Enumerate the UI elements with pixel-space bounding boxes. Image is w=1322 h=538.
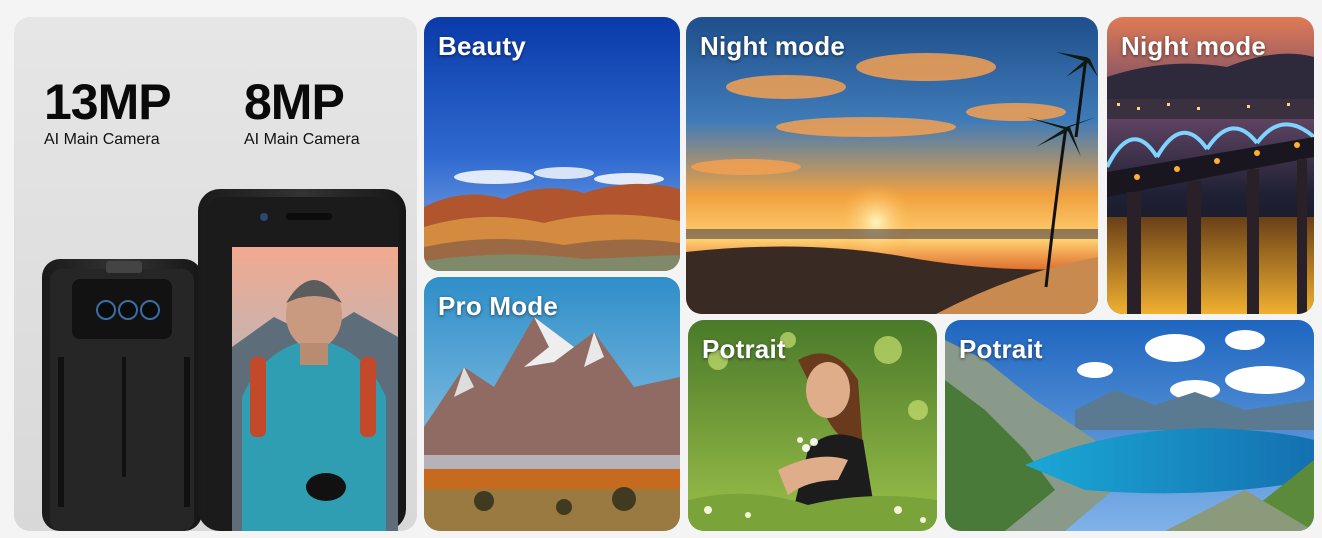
tile-portrait-woman-label: Potrait xyxy=(702,334,786,364)
phone-illustration xyxy=(42,189,406,531)
tile-portrait-lake-label: Potrait xyxy=(959,334,1043,364)
tile-night-mode-beach: Night mode xyxy=(686,17,1098,314)
camera-modes-banner: 13MP AI Main Camera 8MP AI Main Camera B… xyxy=(0,0,1322,538)
phone-front xyxy=(198,189,406,531)
tile-portrait-woman: Potrait xyxy=(688,320,937,531)
tile-pro-mode-label: Pro Mode xyxy=(438,291,559,321)
tile-portrait-lake: Potrait xyxy=(945,320,1314,531)
tile-pro-mode: Pro Mode xyxy=(424,277,680,531)
tile-night-mode-bridge-label: Night mode xyxy=(1121,31,1266,61)
phone-back xyxy=(42,259,202,531)
tile-beauty: Beauty xyxy=(424,17,680,271)
tile-night-mode-bridge: Night mode xyxy=(1107,17,1314,314)
hero-panel: 13MP AI Main Camera 8MP AI Main Camera xyxy=(14,17,417,531)
tile-night-mode-beach-label: Night mode xyxy=(700,31,845,61)
tile-beauty-label: Beauty xyxy=(438,31,526,61)
